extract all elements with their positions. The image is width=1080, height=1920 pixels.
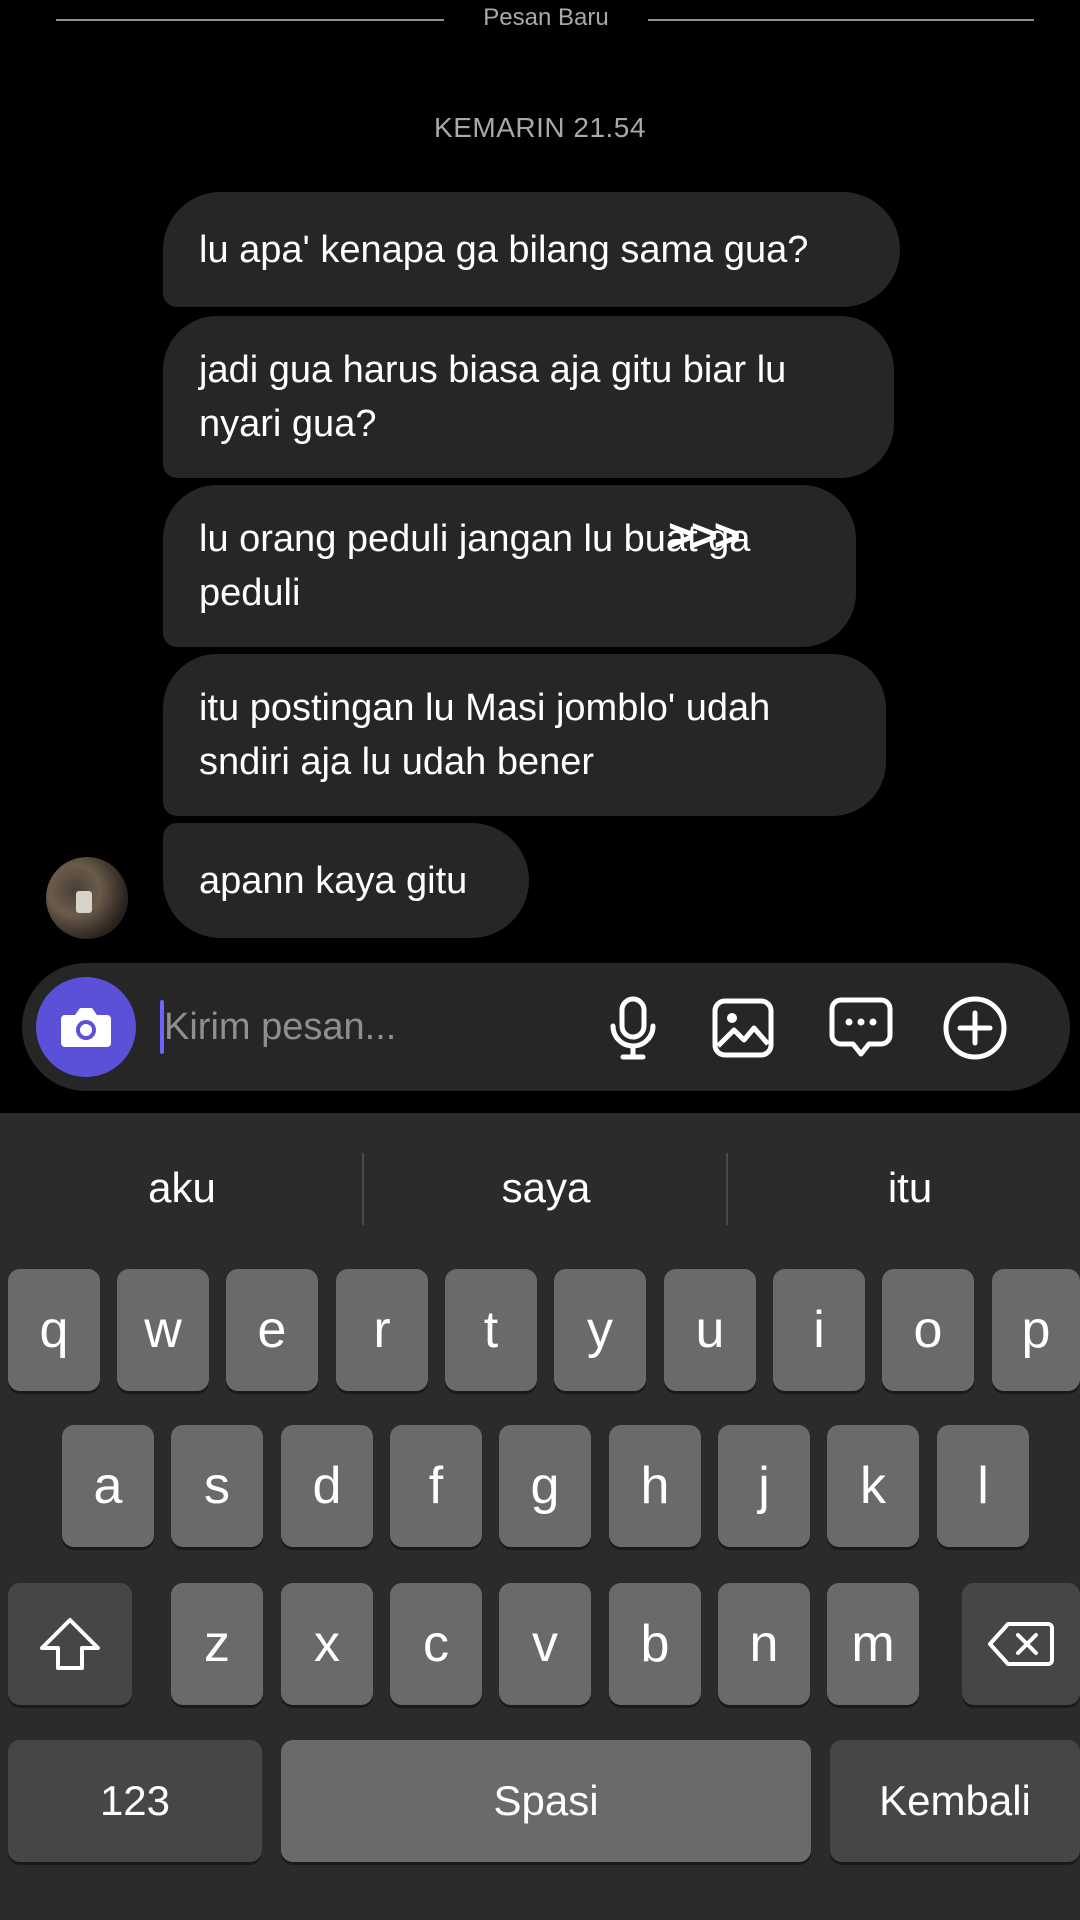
microphone-button[interactable] — [598, 993, 668, 1063]
key-r[interactable]: r — [336, 1269, 428, 1391]
divider-line-left — [56, 19, 444, 21]
message-text: sndiri aja lu udah bener — [199, 741, 595, 783]
key-k[interactable]: k — [827, 1425, 919, 1547]
message-bubble-5[interactable]: apann kaya gitu — [163, 823, 529, 938]
key-x[interactable]: x — [281, 1583, 373, 1705]
message-bubble-4[interactable]: itu postingan lu Masi jomblo' udah sndir… — [163, 654, 886, 816]
shift-icon — [40, 1618, 100, 1670]
numbers-key[interactable]: 123 — [8, 1740, 262, 1862]
message-timestamp: KEMARIN 21.54 — [434, 112, 646, 143]
new-messages-divider: Pesan Baru — [0, 0, 1080, 40]
key-m[interactable]: m — [827, 1583, 919, 1705]
return-key[interactable]: Kembali — [830, 1740, 1080, 1862]
divider-line-right — [648, 19, 1034, 21]
sticker-button[interactable] — [826, 993, 896, 1063]
microphone-icon — [610, 996, 656, 1060]
message-text: itu postingan lu Masi jomblo' udah — [199, 687, 771, 729]
space-key[interactable]: Spasi — [281, 1740, 811, 1862]
key-i[interactable]: i — [773, 1269, 865, 1391]
backspace-icon — [988, 1622, 1054, 1666]
message-text: nyari gua? — [199, 403, 377, 445]
backspace-key[interactable] — [962, 1583, 1080, 1705]
overlay-arrows: >>> — [668, 509, 741, 561]
key-q[interactable]: q — [8, 1269, 100, 1391]
more-options-button[interactable] — [940, 993, 1010, 1063]
suggestion-divider — [362, 1153, 364, 1225]
sender-avatar[interactable] — [46, 857, 128, 939]
key-w[interactable]: w — [117, 1269, 209, 1391]
key-v[interactable]: v — [499, 1583, 591, 1705]
plus-icon — [943, 996, 1007, 1060]
gallery-button[interactable] — [708, 993, 778, 1063]
suggestion-3[interactable]: itu — [730, 1153, 1080, 1223]
key-g[interactable]: g — [499, 1425, 591, 1547]
shift-key[interactable] — [8, 1583, 132, 1705]
message-text: apann kaya gitu — [199, 859, 468, 902]
suggestion-divider — [726, 1153, 728, 1225]
camera-button[interactable] — [36, 977, 136, 1077]
key-b[interactable]: b — [609, 1583, 701, 1705]
key-j[interactable]: j — [718, 1425, 810, 1547]
keyboard: aku saya itu q w e r t y u i o p a s d f… — [0, 1113, 1080, 1920]
key-t[interactable]: t — [445, 1269, 537, 1391]
divider-label: Pesan Baru — [483, 4, 609, 31]
suggestion-2[interactable]: saya — [366, 1153, 726, 1223]
key-f[interactable]: f — [390, 1425, 482, 1547]
message-input[interactable] — [164, 993, 594, 1061]
message-text: peduli — [199, 572, 301, 614]
camera-icon — [61, 1008, 111, 1047]
message-bubble-1[interactable]: lu apa' kenapa ga bilang sama gua? — [163, 192, 900, 307]
key-s[interactable]: s — [171, 1425, 263, 1547]
message-text: lu apa' kenapa ga bilang sama gua? — [199, 228, 809, 271]
sticker-icon — [829, 997, 893, 1057]
message-composer — [22, 963, 1070, 1091]
key-l[interactable]: l — [937, 1425, 1029, 1547]
key-z[interactable]: z — [171, 1583, 263, 1705]
key-d[interactable]: d — [281, 1425, 373, 1547]
key-a[interactable]: a — [62, 1425, 154, 1547]
key-u[interactable]: u — [664, 1269, 756, 1391]
key-o[interactable]: o — [882, 1269, 974, 1391]
key-y[interactable]: y — [554, 1269, 646, 1391]
key-e[interactable]: e — [226, 1269, 318, 1391]
suggestion-bar: aku saya itu — [0, 1113, 1080, 1265]
suggestion-1[interactable]: aku — [2, 1153, 362, 1223]
key-c[interactable]: c — [390, 1583, 482, 1705]
gallery-icon — [712, 998, 774, 1058]
message-bubble-2[interactable]: jadi gua harus biasa aja gitu biar lu ny… — [163, 316, 894, 478]
key-n[interactable]: n — [718, 1583, 810, 1705]
message-text: jadi gua harus biasa aja gitu biar lu — [199, 349, 787, 391]
key-h[interactable]: h — [609, 1425, 701, 1547]
key-p[interactable]: p — [992, 1269, 1080, 1391]
message-bubble-3[interactable]: lu orang peduli jangan lu buat ga peduli — [163, 485, 856, 647]
